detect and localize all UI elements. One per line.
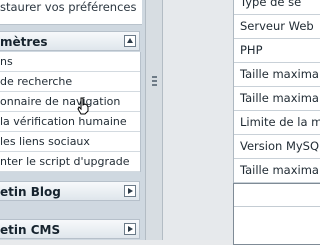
cms-section-header[interactable]: etin CMS	[0, 219, 140, 239]
info-row-php: PHP	[234, 39, 320, 63]
restore-preferences-link[interactable]: staurer vos préférences	[0, 0, 136, 14]
sidebar-top-panel: staurer vos préférences	[0, 0, 142, 25]
cms-section-title: etin CMS	[0, 223, 61, 237]
info-row-max-size-1: Taille maxima	[234, 63, 320, 87]
settings-menu: ns de recherche onnaire de navigation la…	[0, 52, 141, 172]
server-info-table: Type de se Serveur Web PHP Taille maxima…	[233, 0, 320, 184]
settings-section-title: mètres	[0, 35, 48, 49]
menu-item-search[interactable]: de recherche	[0, 72, 140, 92]
left-sidebar: staurer vos préférences mètres ns de rec…	[0, 0, 145, 240]
menu-item-options[interactable]: ns	[0, 52, 140, 72]
info-row-server-type: Type de se	[234, 0, 320, 15]
info-row-mysql-version: Version MySQ	[234, 135, 320, 159]
expand-right-icon[interactable]	[124, 185, 136, 197]
drag-grip-icon[interactable]	[152, 76, 157, 88]
collapse-up-icon[interactable]	[124, 35, 136, 47]
content-area: Type de se Serveur Web PHP Taille maxima…	[163, 0, 320, 245]
menu-item-human-verification[interactable]: la vérification humaine	[0, 112, 140, 132]
settings-section-header[interactable]: mètres	[0, 31, 140, 51]
blog-section-title: etin Blog	[0, 185, 61, 199]
lower-panel	[233, 183, 320, 245]
menu-item-social-links[interactable]: les liens sociaux	[0, 132, 140, 152]
menu-item-navigation-manager[interactable]: onnaire de navigation	[0, 92, 140, 112]
sidebar-splitter[interactable]	[145, 0, 163, 240]
info-row-max-size-3: Taille maxima	[234, 159, 320, 183]
info-row-memory-limit: Limite de la m	[234, 111, 320, 135]
menu-item-upgrade-script[interactable]: nter le script d'upgrade	[0, 152, 140, 172]
info-row-web-server: Serveur Web	[234, 15, 320, 39]
blog-section-header[interactable]: etin Blog	[0, 181, 140, 201]
info-row-max-size-2: Taille maxima	[234, 87, 320, 111]
hand-cursor-icon	[77, 97, 89, 115]
expand-right-icon[interactable]	[124, 223, 136, 235]
lower-panel-header	[234, 184, 320, 207]
